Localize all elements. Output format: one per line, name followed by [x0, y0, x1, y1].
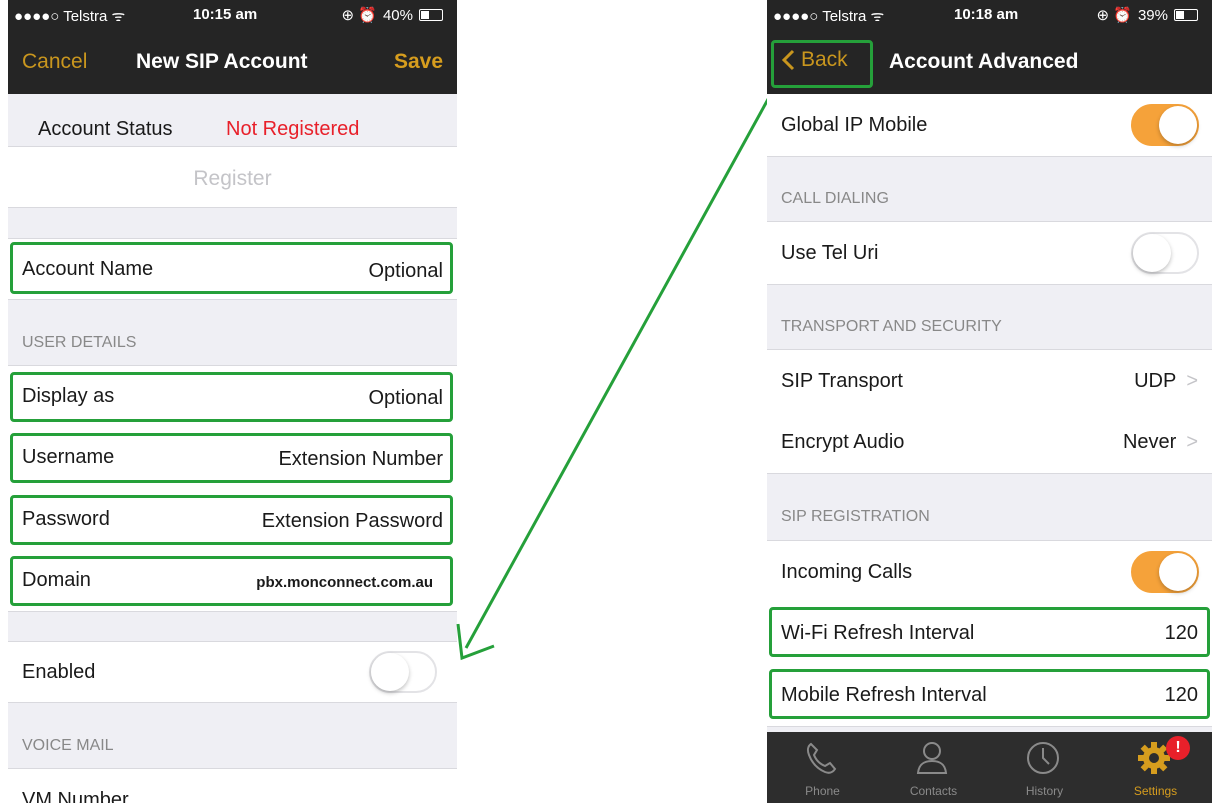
sip-transport-value: UDP	[1134, 370, 1177, 392]
tab-settings-label: Settings	[1133, 784, 1178, 798]
tab-bar: Phone Contacts History ! Settings	[767, 732, 1212, 803]
encrypt-audio-label: Encrypt Audio	[781, 431, 905, 453]
battery-percent: 39%	[1137, 6, 1168, 24]
battery-icon	[1174, 9, 1198, 21]
use-tel-uri-label: Use Tel Uri	[781, 242, 879, 264]
incoming-calls-toggle[interactable]	[1131, 551, 1199, 593]
contacts-icon	[916, 742, 948, 774]
chevron-left-icon	[781, 49, 795, 71]
tab-contacts-label: Contacts	[909, 784, 958, 798]
alarm-icon: ⊕ ⏰	[1096, 7, 1132, 24]
tab-contacts[interactable]: Contacts	[878, 732, 989, 803]
tab-settings[interactable]: ! Settings	[1100, 732, 1211, 803]
wifi-refresh-interval-value: 120	[1164, 622, 1198, 644]
use-tel-uri-toggle[interactable]	[1131, 232, 1199, 274]
tab-history-label: History	[1025, 784, 1064, 798]
back-button[interactable]: Back	[781, 48, 848, 72]
encrypt-audio-row[interactable]: Encrypt Audio Never >	[767, 411, 1212, 474]
sip-registration-header: SIP REGISTRATION	[781, 508, 930, 525]
carrier-signal: ●●●●○ Telstra ᯤ	[773, 8, 885, 25]
status-time: 10:18 am	[954, 6, 1019, 23]
incoming-calls-row: Incoming Calls	[767, 540, 1212, 604]
mobile-refresh-interval-label: Mobile Refresh Interval	[781, 684, 987, 706]
sip-transport-row[interactable]: SIP Transport UDP >	[767, 349, 1212, 413]
tab-history[interactable]: History	[989, 732, 1100, 803]
nav-bar: Back Account Advanced	[767, 30, 1212, 94]
notification-badge: !	[1166, 736, 1190, 760]
chevron-right-icon: >	[1186, 370, 1198, 392]
back-label: Back	[801, 48, 848, 71]
tab-phone[interactable]: Phone	[767, 732, 878, 803]
page-title: Account Advanced	[889, 50, 1079, 73]
global-ip-mobile-row: Global IP Mobile	[767, 94, 1212, 157]
mobile-refresh-interval-value: 120	[1164, 684, 1198, 706]
call-dialing-header: CALL DIALING	[781, 190, 889, 207]
incoming-calls-label: Incoming Calls	[781, 561, 913, 583]
status-bar: ●●●●○ Telstra ᯤ 10:18 am ⊕ ⏰ 39%	[767, 0, 1212, 30]
global-ip-mobile-toggle[interactable]	[1131, 104, 1199, 146]
global-ip-mobile-label: Global IP Mobile	[781, 114, 928, 136]
mobile-refresh-interval-field[interactable]: Mobile Refresh Interval 120	[767, 664, 1212, 727]
phone-icon	[806, 742, 837, 774]
tab-phone-label: Phone	[805, 784, 840, 798]
chevron-right-icon: >	[1186, 431, 1198, 453]
sip-transport-label: SIP Transport	[781, 370, 903, 392]
transport-security-header: TRANSPORT AND SECURITY	[781, 318, 1002, 335]
use-tel-uri-row: Use Tel Uri	[767, 221, 1212, 285]
right-phone-screen: ●●●●○ Telstra ᯤ 10:18 am ⊕ ⏰ 39% Back Ac…	[767, 0, 1212, 803]
wifi-refresh-interval-field[interactable]: Wi-Fi Refresh Interval 120	[767, 602, 1212, 665]
wifi-refresh-interval-label: Wi-Fi Refresh Interval	[781, 622, 975, 644]
history-icon	[1027, 742, 1059, 774]
encrypt-audio-value: Never	[1122, 431, 1177, 453]
